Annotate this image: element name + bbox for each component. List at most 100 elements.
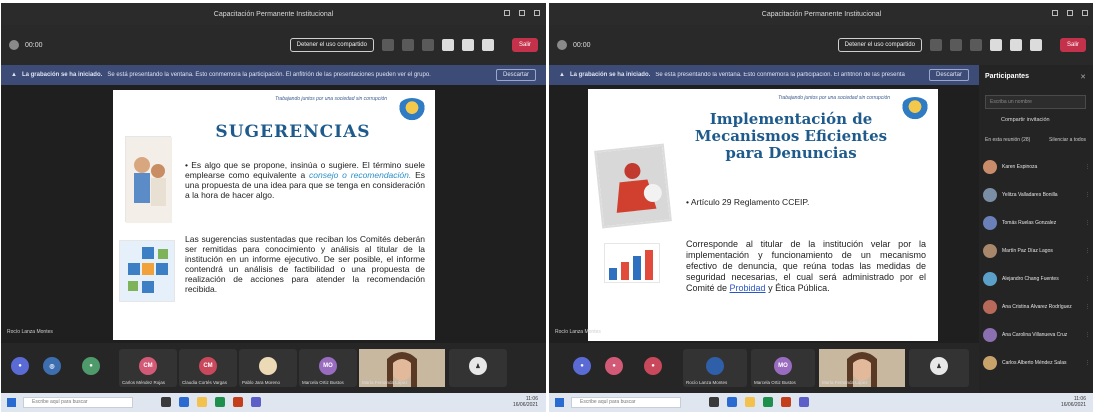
- window-controls[interactable]: [1052, 10, 1088, 16]
- mic-icon: ⋮: [1085, 332, 1090, 338]
- more-icon[interactable]: [969, 39, 982, 51]
- participant-video-tile[interactable]: María Fernanda López: [359, 349, 445, 387]
- mic-icon: ⋮: [1085, 164, 1090, 170]
- participant-name: Claudia Cortés Vargas: [182, 380, 227, 385]
- participant-row[interactable]: Yelitza Valladares Bonilla ⋮: [983, 181, 1090, 209]
- powerpoint-icon[interactable]: [233, 397, 243, 407]
- chat-icon[interactable]: [929, 39, 942, 51]
- avatar: [983, 216, 997, 230]
- participant-tile[interactable]: ●: [69, 349, 113, 387]
- participant-video-tile[interactable]: María Fernanda López: [819, 349, 905, 387]
- participant-row[interactable]: Ana Carolina Villanueva Cruz ⋮: [983, 321, 1090, 349]
- dismiss-button[interactable]: Descartar: [928, 69, 969, 81]
- window-titlebar: Capacitación Permanente Institucional: [549, 3, 1093, 25]
- people-icon[interactable]: [401, 39, 414, 51]
- participant-tile[interactable]: MO Marcela Ortiz Bustos: [299, 349, 357, 387]
- stop-sharing-button[interactable]: Detener el uso compartido: [837, 38, 922, 52]
- slide-tagline: Trabajando juntos por una sociedad sin c…: [778, 95, 890, 101]
- participant-row[interactable]: Ana Cristina Álvarez Rodríguez ⋮: [983, 293, 1090, 321]
- edge-icon[interactable]: [727, 397, 737, 407]
- camera-icon[interactable]: [989, 39, 1002, 51]
- system-clock: 11:06 16/06/2021: [513, 396, 538, 408]
- recording-banner-text: Se está presentando la ventana. Esto con…: [107, 72, 431, 78]
- window-titlebar: Capacitación Permanente Institucional: [1, 3, 546, 25]
- person-icon: ♟: [930, 357, 948, 375]
- tab-in-meeting[interactable]: En esta reunión (28): [985, 137, 1030, 143]
- avatar: [983, 328, 997, 342]
- folder-icon[interactable]: [745, 397, 755, 407]
- info-icon: ▲: [11, 72, 17, 78]
- task-view-icon[interactable]: [709, 397, 719, 407]
- participant-tile[interactable]: ♟: [909, 349, 969, 387]
- participant-tile[interactable]: ●: [5, 349, 35, 387]
- participant-tile[interactable]: Rocío Lanza Montes: [683, 349, 747, 387]
- excel-icon[interactable]: [215, 397, 225, 407]
- teams-icon[interactable]: [799, 397, 809, 407]
- participant-tile[interactable]: ♟: [449, 349, 507, 387]
- participant-row[interactable]: Martín Paz Díaz Lagos ⋮: [983, 237, 1090, 265]
- window-title: Capacitación Permanente Institucional: [761, 10, 882, 18]
- slide-photo-figure: [594, 143, 672, 229]
- edge-icon[interactable]: [179, 397, 189, 407]
- leave-button[interactable]: Salir: [1059, 38, 1086, 52]
- participant-row[interactable]: Alejandro Chang Fuentes ⋮: [983, 265, 1090, 293]
- presenter-label: Rocío Lanza Montes: [7, 329, 53, 335]
- recording-banner-text: Se está presentando la ventana. Esto con…: [655, 72, 905, 78]
- participant-tile[interactable]: ●: [599, 349, 629, 387]
- participant-tile[interactable]: ●: [567, 349, 597, 387]
- close-icon[interactable]: ✕: [1080, 73, 1086, 81]
- participant-name: Karen Espinoza: [1002, 164, 1038, 170]
- participant-tile[interactable]: CM Claudia Cortés Vargas: [179, 349, 237, 387]
- participant-name: María Fernanda López: [822, 380, 868, 385]
- mic-icon: ⋮: [1085, 276, 1090, 282]
- participant-row[interactable]: Carlos Alberto Méndez Salas ⋮: [983, 349, 1090, 377]
- taskbar-search-input[interactable]: Escribe aquí para buscar: [571, 397, 681, 408]
- participant-tile[interactable]: ◎: [37, 349, 67, 387]
- window-controls[interactable]: [504, 10, 540, 16]
- windows-start-icon[interactable]: [7, 398, 16, 407]
- meeting-toolbar: 00:00 Detener el uso compartido Salir: [1, 25, 546, 65]
- paragraph-link[interactable]: Probidad: [730, 283, 766, 293]
- stop-sharing-button[interactable]: Detener el uso compartido: [289, 38, 374, 52]
- people-icon[interactable]: [949, 39, 962, 51]
- participant-row[interactable]: Karen Espinoza ⋮: [983, 153, 1090, 181]
- participant-row[interactable]: Tomás Ruelas Gonzalez ⋮: [983, 209, 1090, 237]
- participant-name: Rocío Lanza Montes: [686, 380, 728, 385]
- mute-all-button[interactable]: Silenciar a todos: [1049, 137, 1086, 143]
- avatar: ●: [644, 357, 662, 375]
- taskbar-apps: [709, 397, 809, 407]
- camera-icon[interactable]: [441, 39, 454, 51]
- avatar: ●: [11, 357, 29, 375]
- leave-button[interactable]: Salir: [511, 38, 538, 52]
- teams-icon[interactable]: [251, 397, 261, 407]
- share-invite-button[interactable]: Compartir invitación: [1001, 117, 1050, 123]
- mic-icon: ⋮: [1085, 220, 1090, 226]
- meeting-screenshot-left: Capacitación Permanente Institucional 00…: [1, 3, 546, 412]
- powerpoint-icon[interactable]: [781, 397, 791, 407]
- participant-tiles: ● ● ● Rocío Lanza Montes MO Marcela Orti…: [549, 343, 979, 393]
- share-icon[interactable]: [1029, 39, 1042, 51]
- meeting-screenshot-right: Capacitación Permanente Institucional 00…: [549, 3, 1093, 412]
- mic-icon[interactable]: [1009, 39, 1022, 51]
- taskbar-search-input[interactable]: Escribe aquí para buscar: [23, 397, 133, 408]
- mic-icon[interactable]: [461, 39, 474, 51]
- dismiss-button[interactable]: Descartar: [495, 69, 536, 81]
- chat-icon[interactable]: [381, 39, 394, 51]
- meeting-toolbar: 00:00 Detener el uso compartido Salir: [549, 25, 1093, 65]
- participant-name: Carlos Méndez Rojas: [122, 380, 166, 385]
- participant-tile[interactable]: ●: [631, 349, 675, 387]
- participant-tile[interactable]: MO Marcela Ortiz Bustos: [751, 349, 815, 387]
- more-icon[interactable]: [421, 39, 434, 51]
- participant-tile[interactable]: CM Carlos Méndez Rojas: [119, 349, 177, 387]
- avatar: CM: [199, 357, 217, 375]
- participant-name: Marcela Ortiz Bustos: [754, 380, 796, 385]
- share-icon[interactable]: [481, 39, 494, 51]
- task-view-icon[interactable]: [161, 397, 171, 407]
- folder-icon[interactable]: [197, 397, 207, 407]
- avatar-photo: [259, 357, 277, 375]
- participant-tile[interactable]: Pablo Jara Moreno: [239, 349, 297, 387]
- participant-list: Karen Espinoza ⋮ Yelitza Valladares Bonil…: [983, 153, 1090, 377]
- participant-search-input[interactable]: Escriba un nombre: [985, 95, 1086, 109]
- excel-icon[interactable]: [763, 397, 773, 407]
- windows-start-icon[interactable]: [555, 398, 564, 407]
